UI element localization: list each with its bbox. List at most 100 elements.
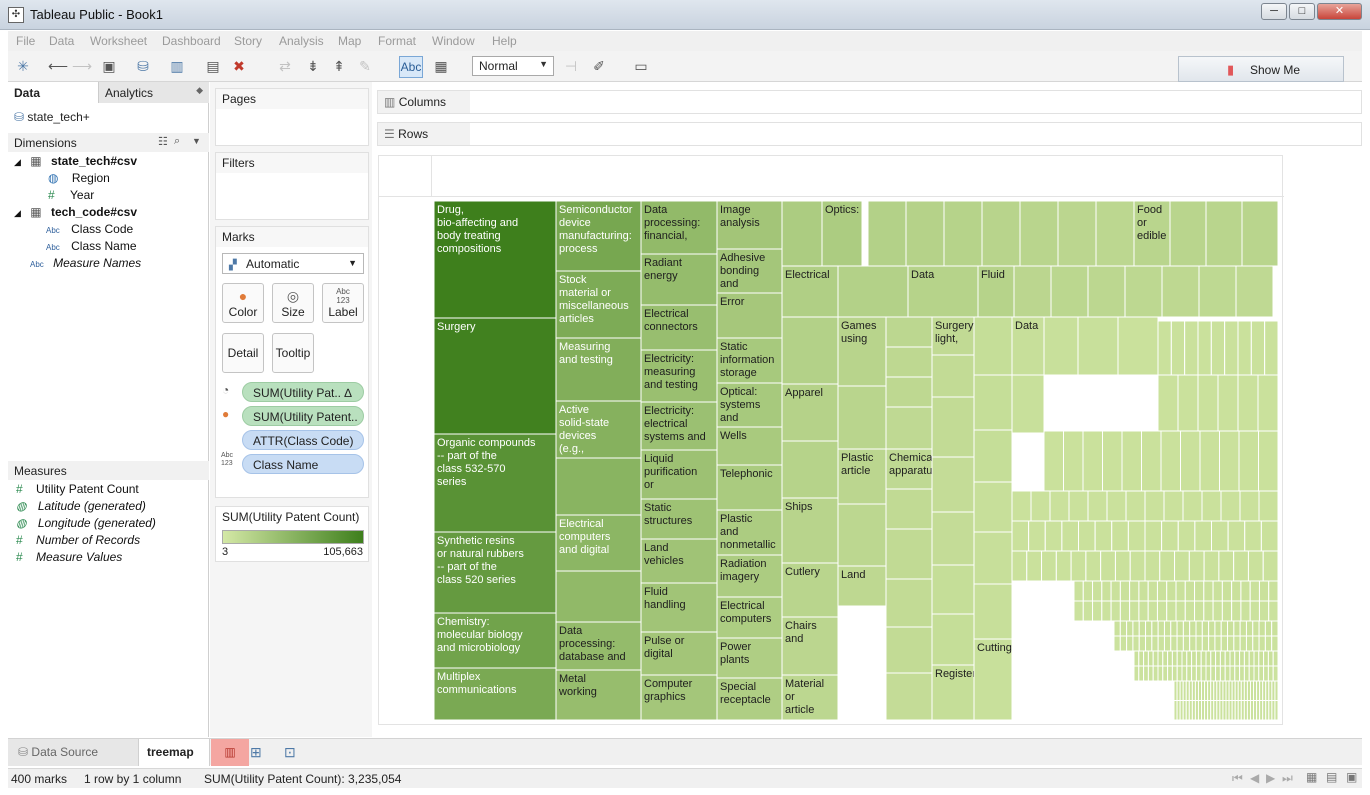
treemap-tile[interactable] <box>1231 580 1242 602</box>
treemap-tile[interactable] <box>885 626 933 674</box>
treemap-tile[interactable] <box>1177 374 1199 432</box>
treemap-tile[interactable] <box>1049 490 1070 522</box>
color-pill[interactable]: SUM(Utility Patent.. <box>242 406 364 426</box>
prev-page-icon[interactable]: ◀ <box>1250 771 1259 785</box>
treemap-tile[interactable] <box>555 570 642 623</box>
treemap-tile[interactable] <box>1200 665 1207 682</box>
treemap-tile[interactable] <box>1258 635 1266 652</box>
treemap-tile[interactable] <box>1258 620 1266 637</box>
treemap-tile[interactable] <box>1124 265 1163 318</box>
treemap-tile[interactable] <box>1195 665 1202 682</box>
treemap-tile[interactable] <box>1268 600 1278 622</box>
treemap-tile[interactable] <box>1176 620 1184 637</box>
treemap-tile[interactable] <box>973 531 1013 585</box>
treemap-tile[interactable] <box>1205 665 1212 682</box>
treemap-tile[interactable] <box>1224 665 1231 682</box>
treemap-tile[interactable] <box>1133 665 1140 682</box>
treemap-tile[interactable] <box>1157 374 1179 432</box>
menu-window[interactable]: Window <box>432 34 475 48</box>
treemap-tile[interactable] <box>1240 580 1251 602</box>
treemap-tile[interactable] <box>1271 635 1278 652</box>
treemap-tile[interactable] <box>1117 316 1159 376</box>
treemap-tile[interactable] <box>1205 650 1212 667</box>
treemap-tile[interactable] <box>1156 580 1168 602</box>
treemap-tile[interactable] <box>1101 580 1112 602</box>
treemap-tile[interactable] <box>1166 580 1177 602</box>
treemap-tile[interactable] <box>973 583 1013 640</box>
treemap-tile[interactable] <box>1248 650 1255 667</box>
treemap-tile[interactable] <box>1189 620 1197 637</box>
detail-button[interactable]: Detail <box>222 333 264 373</box>
treemap-tile[interactable] <box>867 201 907 267</box>
treemap-tile[interactable] <box>1252 635 1260 652</box>
redo-icon[interactable]: ⟶ <box>72 58 92 74</box>
treemap-tile[interactable] <box>1239 620 1247 637</box>
sort-ascending-icon[interactable]: ⇟ <box>304 58 322 74</box>
treemap-tile[interactable] <box>1126 635 1134 652</box>
treemap-tile[interactable] <box>1110 580 1121 602</box>
treemap-tile[interactable] <box>1220 490 1241 522</box>
treemap-tile[interactable] <box>1203 550 1220 582</box>
treemap-tile[interactable] <box>1233 635 1241 652</box>
treemap-tile[interactable] <box>1239 665 1245 682</box>
treemap-tile[interactable] <box>1061 520 1079 552</box>
treemap-tile[interactable] <box>1194 600 1205 622</box>
treemap-tile[interactable] <box>1057 201 1097 267</box>
treemap-tile[interactable] <box>1197 374 1219 432</box>
treemap-tile[interactable] <box>1220 620 1229 637</box>
collapse-icon[interactable]: ◢ <box>14 157 21 167</box>
treemap-tile[interactable] <box>1224 650 1231 667</box>
tab-analytics[interactable]: Analytics ◆ <box>98 82 209 103</box>
treemap-chart[interactable]: Drug, bio-affecting and body treating compo… <box>434 201 1278 720</box>
datasource-item[interactable]: ⛁ state_tech+ <box>14 110 204 124</box>
treemap-tile[interactable] <box>1011 490 1032 522</box>
treemap-tile[interactable] <box>1239 490 1260 522</box>
treemap-tile[interactable] <box>1212 600 1223 622</box>
treemap-tile[interactable] <box>1186 650 1193 667</box>
treemap-tile[interactable] <box>1219 665 1226 682</box>
treemap-tile[interactable] <box>1113 635 1121 652</box>
treemap-tile[interactable] <box>1078 520 1096 552</box>
treemap-tile[interactable] <box>1147 580 1158 602</box>
treemap-tile[interactable] <box>1157 650 1164 667</box>
treemap-tile[interactable] <box>1194 520 1212 552</box>
treemap-tile[interactable] <box>1092 600 1103 622</box>
treemap-tile[interactable] <box>1205 201 1243 267</box>
treemap-tile[interactable] <box>1268 580 1278 602</box>
treemap-tile[interactable] <box>885 346 933 378</box>
treemap-tile[interactable] <box>1126 620 1134 637</box>
treemap-tile[interactable] <box>1143 665 1149 682</box>
treemap-tile[interactable] <box>1152 650 1159 667</box>
treemap-tile[interactable] <box>1087 265 1126 318</box>
treemap-tile[interactable] <box>1161 520 1179 552</box>
measure-measure-values[interactable]: # Measure Values <box>16 550 122 564</box>
treemap-tile[interactable] <box>1129 550 1146 582</box>
treemap-tile[interactable] <box>1214 635 1222 652</box>
treemap-tile[interactable] <box>1161 265 1200 318</box>
treemap-tile[interactable] <box>1169 201 1207 267</box>
treemap-tile[interactable] <box>973 429 1013 483</box>
treemap-tile[interactable] <box>1201 620 1210 637</box>
treemap-tile[interactable] <box>1013 265 1052 318</box>
size-button[interactable]: ◎ Size <box>272 283 314 323</box>
treemap-tile[interactable] <box>1203 580 1214 602</box>
treemap-tile[interactable] <box>1184 600 1196 622</box>
treemap-tile[interactable] <box>1253 650 1260 667</box>
treemap-tile[interactable] <box>1119 620 1128 637</box>
treemap-tile[interactable] <box>1073 580 1084 602</box>
treemap-tile[interactable] <box>781 201 823 267</box>
treemap-tile[interactable] <box>1063 430 1084 492</box>
menu-data[interactable]: Data <box>49 34 74 48</box>
treemap-tile[interactable] <box>1195 650 1202 667</box>
treemap-tile[interactable] <box>885 488 933 530</box>
treemap-tile[interactable] <box>1160 430 1181 492</box>
treemap-tile[interactable] <box>1073 600 1084 622</box>
treemap-tile[interactable] <box>931 354 975 398</box>
treemap-tile[interactable] <box>555 457 642 516</box>
treemap-tile[interactable] <box>1239 650 1245 667</box>
field-year[interactable]: # Year <box>48 188 94 202</box>
treemap-tile[interactable] <box>1138 600 1149 622</box>
show-mark-labels-button[interactable]: Abc <box>399 56 423 78</box>
treemap-tile[interactable] <box>781 440 839 499</box>
treemap-tile[interactable] <box>1144 490 1165 522</box>
